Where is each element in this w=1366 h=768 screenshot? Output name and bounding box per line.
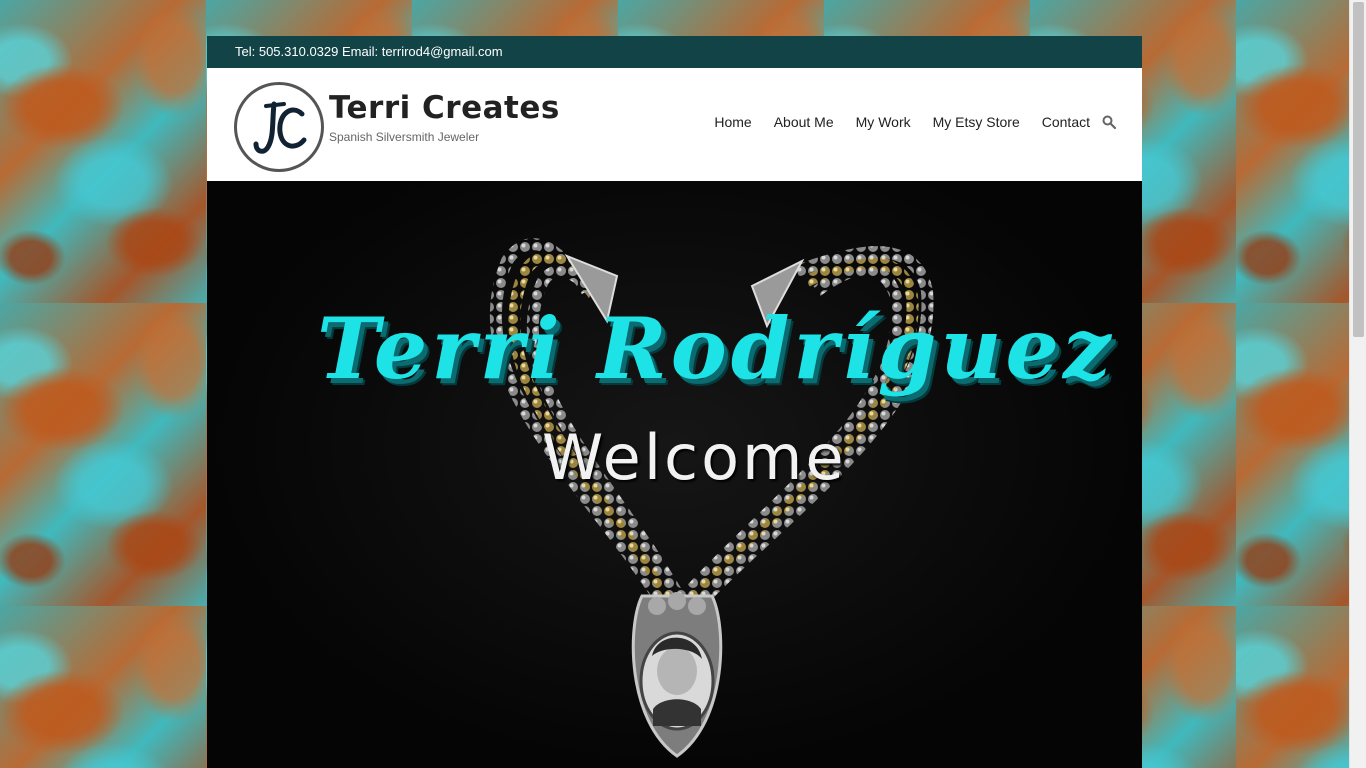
page-wrapper: Tel: 505.310.0329 Email: terrirod4@gmail… (207, 36, 1142, 768)
hero-banner: Terri Rodríguez Welcome (207, 181, 1142, 768)
scrollbar-thumb[interactable] (1353, 2, 1364, 337)
hero-title: Terri Rodríguez (317, 299, 1115, 398)
site-title[interactable]: Terri Creates (329, 90, 560, 126)
page-scrollbar[interactable] (1349, 0, 1366, 768)
main-navigation: Home About Me My Work My Etsy Store Cont… (692, 114, 1116, 130)
search-icon[interactable] (1102, 115, 1116, 129)
top-contact-bar: Tel: 505.310.0329 Email: terrirod4@gmail… (207, 36, 1142, 68)
nav-item-about-me[interactable]: About Me (774, 114, 834, 130)
nav-item-contact[interactable]: Contact (1042, 114, 1090, 130)
site-logo[interactable] (234, 82, 324, 172)
nav-item-my-etsy-store[interactable]: My Etsy Store (933, 114, 1020, 130)
site-description: Spanish Silversmith Jeweler (329, 130, 480, 144)
jc-monogram-icon (253, 101, 307, 154)
site-header: Terri Creates Spanish Silversmith Jewele… (207, 68, 1142, 181)
contact-info: Tel: 505.310.0329 Email: terrirod4@gmail… (235, 44, 503, 59)
nav-item-my-work[interactable]: My Work (856, 114, 911, 130)
hero-subtitle: Welcome (542, 421, 847, 494)
nav-item-home[interactable]: Home (714, 114, 751, 130)
